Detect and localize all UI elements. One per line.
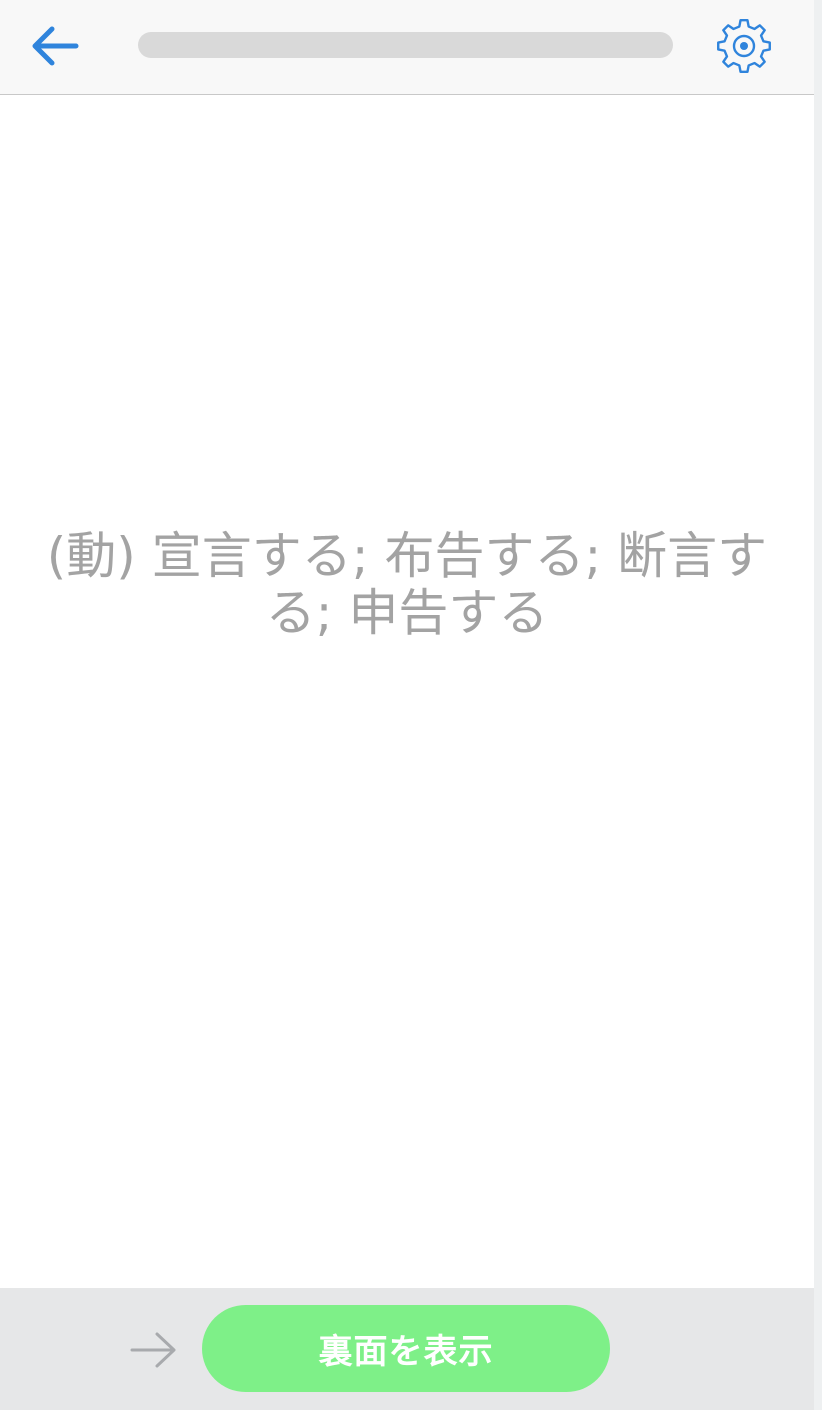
gear-icon bbox=[717, 19, 771, 73]
back-button[interactable] bbox=[24, 18, 84, 74]
bottom-bar: 裏面を表示 bbox=[0, 1288, 814, 1410]
arrow-right-icon bbox=[130, 1332, 176, 1368]
flashcard-screen: (動) 宣言する; 布告する; 断言する; 申告する 裏面を表示 bbox=[0, 0, 822, 1410]
content-panel bbox=[0, 0, 814, 1410]
top-bar bbox=[0, 0, 814, 95]
scroll-gutter bbox=[814, 0, 822, 1410]
show-back-button[interactable]: 裏面を表示 bbox=[202, 1305, 610, 1392]
next-card-button[interactable] bbox=[124, 1328, 184, 1372]
settings-button[interactable] bbox=[712, 14, 776, 78]
card-front-text: (動) 宣言する; 布告する; 断言する; 申告する bbox=[46, 527, 768, 642]
arrow-left-icon bbox=[32, 26, 79, 66]
progress-bar bbox=[138, 32, 673, 58]
